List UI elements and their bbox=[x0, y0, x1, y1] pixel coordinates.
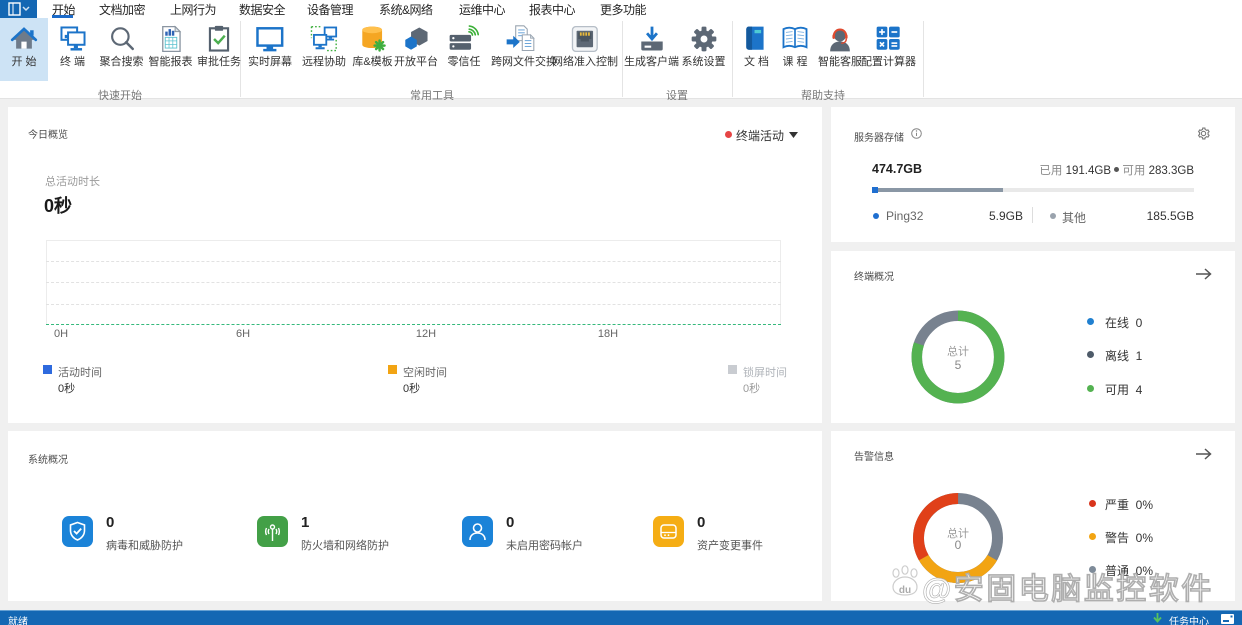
svg-text:du: du bbox=[899, 585, 911, 596]
